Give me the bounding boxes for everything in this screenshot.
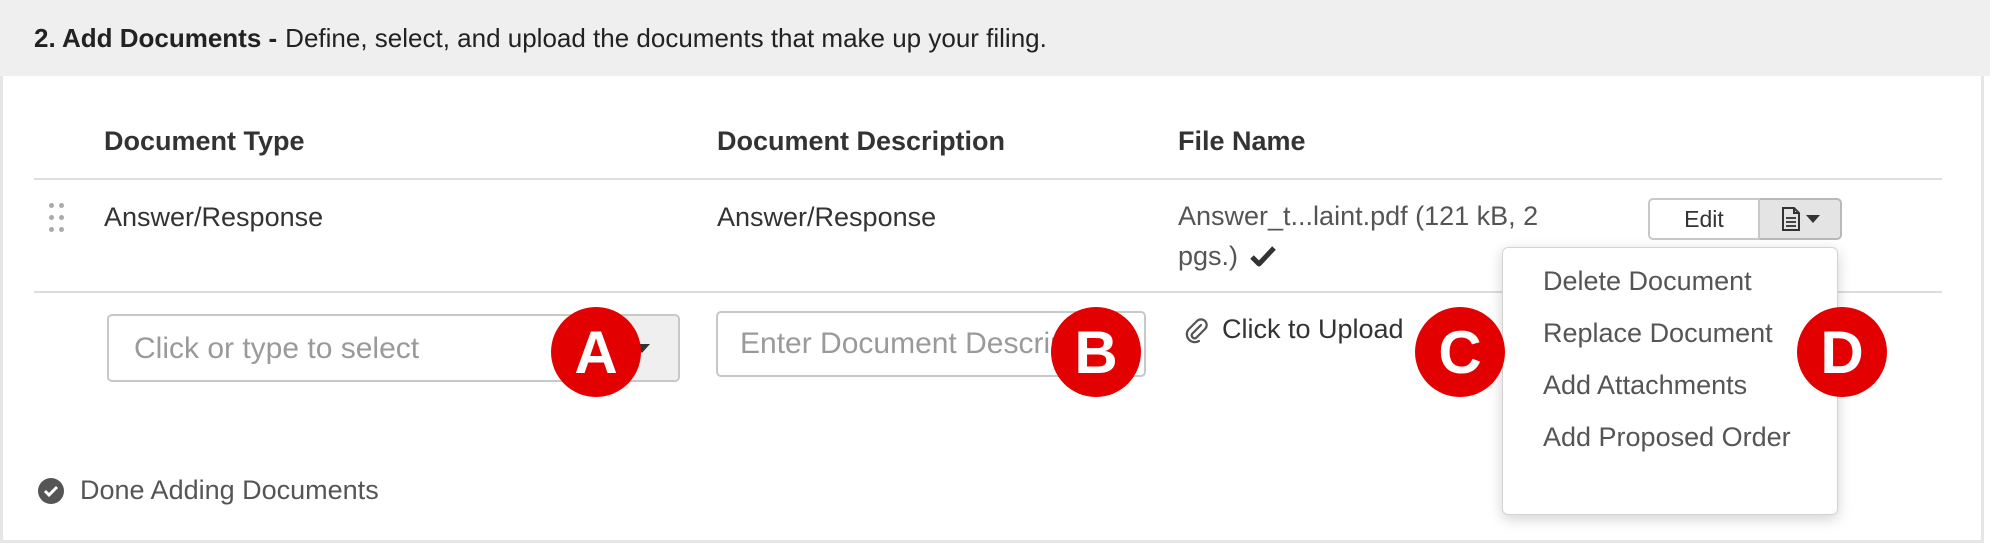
drag-handle-icon[interactable] bbox=[46, 201, 68, 235]
check-circle-icon bbox=[38, 477, 64, 504]
upload-link[interactable]: Click to Upload bbox=[1184, 314, 1404, 345]
step-title: 2. Add Documents - bbox=[34, 22, 278, 53]
column-header-document-description: Document Description bbox=[717, 126, 1006, 156]
annotation-badge-d: D bbox=[1797, 307, 1887, 397]
row-document-description: Answer/Response bbox=[717, 202, 937, 232]
upload-label: Click to Upload bbox=[1222, 314, 1404, 344]
step-description: Define, select, and upload the documents… bbox=[285, 22, 1047, 53]
done-label: Done Adding Documents bbox=[80, 475, 379, 505]
column-header-document-type: Document Type bbox=[104, 126, 305, 156]
file-name-text: Answer_t...laint.pdf (121 kB, 2 pgs.) bbox=[1178, 201, 1539, 271]
chevron-down-icon bbox=[1805, 215, 1820, 223]
row-action-buttons: Edit bbox=[1648, 198, 1842, 240]
menu-item-replace-document[interactable]: Replace Document bbox=[1543, 313, 1813, 353]
paperclip-icon bbox=[1185, 317, 1208, 343]
menu-item-add-proposed-order[interactable]: Add Proposed Order bbox=[1543, 417, 1813, 457]
panel-header: 2. Add Documents - Define, select, and u… bbox=[0, 0, 1990, 76]
header-divider bbox=[34, 178, 1942, 180]
menu-item-add-attachments[interactable]: Add Attachments bbox=[1543, 365, 1813, 405]
document-type-placeholder: Click or type to select bbox=[134, 332, 420, 365]
column-header-file-name: File Name bbox=[1178, 126, 1306, 156]
row-file-name: Answer_t...laint.pdf (121 kB, 2 pgs.) bbox=[1178, 196, 1558, 276]
annotation-badge-b: B bbox=[1051, 307, 1141, 397]
annotation-badge-a: A bbox=[551, 307, 641, 397]
done-adding-documents-button[interactable]: Done Adding Documents bbox=[38, 475, 379, 506]
menu-item-delete-document[interactable]: Delete Document bbox=[1543, 261, 1813, 301]
document-actions-menu: Delete Document Replace Document Add Att… bbox=[1502, 247, 1838, 515]
row-document-type: Answer/Response bbox=[104, 202, 324, 232]
document-menu-button[interactable] bbox=[1760, 198, 1842, 240]
document-icon bbox=[1781, 207, 1800, 231]
check-icon bbox=[1249, 246, 1276, 267]
edit-button[interactable]: Edit bbox=[1648, 198, 1760, 240]
annotation-badge-c: C bbox=[1415, 307, 1505, 397]
